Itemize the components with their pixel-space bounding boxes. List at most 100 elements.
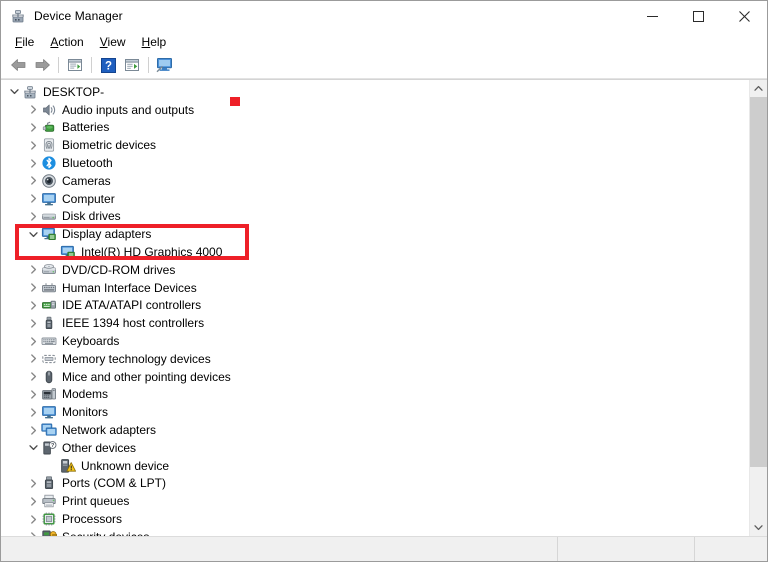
status-bar [1, 536, 767, 561]
bluetooth-icon [41, 155, 57, 171]
device-manager-icon [10, 8, 26, 24]
tree-row[interactable]: Computer [1, 190, 749, 208]
chevron-right-icon[interactable] [25, 422, 41, 438]
scroll-up-button[interactable] [750, 80, 767, 97]
chevron-right-icon[interactable] [25, 262, 41, 278]
port-icon [41, 475, 57, 491]
menu-item-file[interactable]: File [8, 33, 43, 51]
tree-row[interactable]: Monitors [1, 403, 749, 421]
tree-row[interactable]: Ports (COM & LPT) [1, 475, 749, 493]
chevron-right-icon[interactable] [25, 280, 41, 296]
chevron-right-icon[interactable] [25, 191, 41, 207]
tree-row-label: Monitors [62, 405, 109, 420]
tree-row-label: DESKTOP- [43, 84, 105, 99]
tree-row[interactable]: Memory technology devices [1, 350, 749, 368]
disk-drive-icon [41, 208, 57, 224]
computer-root-icon [22, 84, 38, 100]
tree-row[interactable]: Audio inputs and outputs [1, 101, 749, 119]
chevron-down-icon[interactable] [25, 440, 41, 456]
tree-row[interactable]: DVD/CD-ROM drives [1, 261, 749, 279]
tree-row-label: Security devices [62, 529, 149, 536]
red-marker-dot [230, 97, 240, 106]
tree-row[interactable]: Mice and other pointing devices [1, 368, 749, 386]
tree-row-label: Human Interface Devices [62, 280, 197, 295]
chevron-right-icon[interactable] [25, 333, 41, 349]
back-button[interactable] [6, 54, 30, 76]
chevron-right-icon[interactable] [25, 297, 41, 313]
tree-row[interactable]: Biometric devices [1, 136, 749, 154]
fingerprint-icon [41, 137, 57, 153]
tree-row[interactable]: Batteries [1, 119, 749, 137]
chevron-right-icon[interactable] [25, 493, 41, 509]
modem-icon [41, 386, 57, 402]
tree-row[interactable]: Processors [1, 510, 749, 528]
speaker-icon [41, 102, 57, 118]
menu-item-view[interactable]: View [93, 33, 135, 51]
tree-row-label: Unknown device [81, 458, 170, 473]
arrow-left-icon [10, 59, 25, 71]
chevron-right-icon[interactable] [25, 529, 41, 536]
tree-row[interactable]: Human Interface Devices [1, 279, 749, 297]
tree-row[interactable]: Intel(R) HD Graphics 4000 [1, 243, 749, 261]
tree-row[interactable]: Keyboards [1, 332, 749, 350]
tree-row[interactable]: Bluetooth [1, 154, 749, 172]
tree-row[interactable]: Display adapters [1, 225, 749, 243]
forward-button[interactable] [30, 54, 54, 76]
properties-button[interactable] [63, 54, 87, 76]
chevron-right-icon[interactable] [25, 315, 41, 331]
network-adapter-icon [41, 422, 57, 438]
minimize-button[interactable] [629, 1, 675, 31]
monitor-icon [41, 404, 57, 420]
processor-icon [41, 511, 57, 527]
tree-row[interactable]: IDE ATA/ATAPI controllers [1, 297, 749, 315]
chevron-right-icon[interactable] [25, 173, 41, 189]
chevron-right-icon[interactable] [25, 155, 41, 171]
tree-row[interactable]: Network adapters [1, 421, 749, 439]
tree-row[interactable]: Disk drives [1, 208, 749, 226]
menu-bar: File Action View Help [1, 31, 767, 52]
update-driver-button[interactable] [120, 54, 144, 76]
other-device-icon: ? [41, 440, 57, 456]
chevron-right-icon[interactable] [25, 404, 41, 420]
help-button[interactable]: ? [96, 54, 120, 76]
device-manager-window: Device Manager File Action View Help ? D… [0, 0, 768, 562]
vertical-scrollbar[interactable] [749, 80, 767, 536]
chevron-right-icon[interactable] [25, 137, 41, 153]
chevron-right-icon[interactable] [25, 369, 41, 385]
chevron-right-icon[interactable] [25, 351, 41, 367]
tree-row[interactable]: IEEE 1394 host controllers [1, 314, 749, 332]
menu-item-action-label: ction [58, 34, 84, 49]
tree-row[interactable]: Unknown device [1, 457, 749, 475]
tree-row-label: Processors [62, 512, 123, 527]
chevron-right-icon[interactable] [25, 386, 41, 402]
chevron-right-icon[interactable] [25, 511, 41, 527]
tree-row-label: Disk drives [62, 209, 121, 224]
title-bar: Device Manager [1, 1, 767, 31]
chevron-right-icon[interactable] [25, 208, 41, 224]
menu-item-help[interactable]: Help [135, 33, 176, 51]
maximize-button[interactable] [675, 1, 721, 31]
content-area: DESKTOP- Audio inputs and outputs Batterie… [1, 79, 767, 536]
chevron-right-icon[interactable] [25, 475, 41, 491]
ide-controller-icon [41, 297, 57, 313]
scan-hardware-button[interactable] [153, 54, 177, 76]
tree-row[interactable]: Cameras [1, 172, 749, 190]
tree-row-label: Computer [62, 191, 115, 206]
tree-row[interactable]: ? Other devices [1, 439, 749, 457]
scroll-down-button[interactable] [750, 519, 767, 536]
tree-row[interactable]: Security devices [1, 528, 749, 536]
chevron-right-icon[interactable] [25, 102, 41, 118]
tree-row[interactable]: Print queues [1, 492, 749, 510]
chevron-right-icon[interactable] [25, 119, 41, 135]
tree-row[interactable]: DESKTOP- [1, 83, 749, 101]
scroll-thumb[interactable] [750, 97, 767, 467]
chevron-down-icon[interactable] [25, 226, 41, 242]
tree-row[interactable]: Modems [1, 386, 749, 404]
update-driver-icon [125, 59, 139, 71]
svg-text:?: ? [51, 443, 54, 449]
device-tree-pane[interactable]: DESKTOP- Audio inputs and outputs Batterie… [1, 80, 749, 536]
close-button[interactable] [721, 1, 767, 31]
chevron-down-icon[interactable] [6, 84, 22, 100]
status-cell-1 [1, 537, 558, 561]
menu-item-action[interactable]: Action [43, 33, 92, 51]
